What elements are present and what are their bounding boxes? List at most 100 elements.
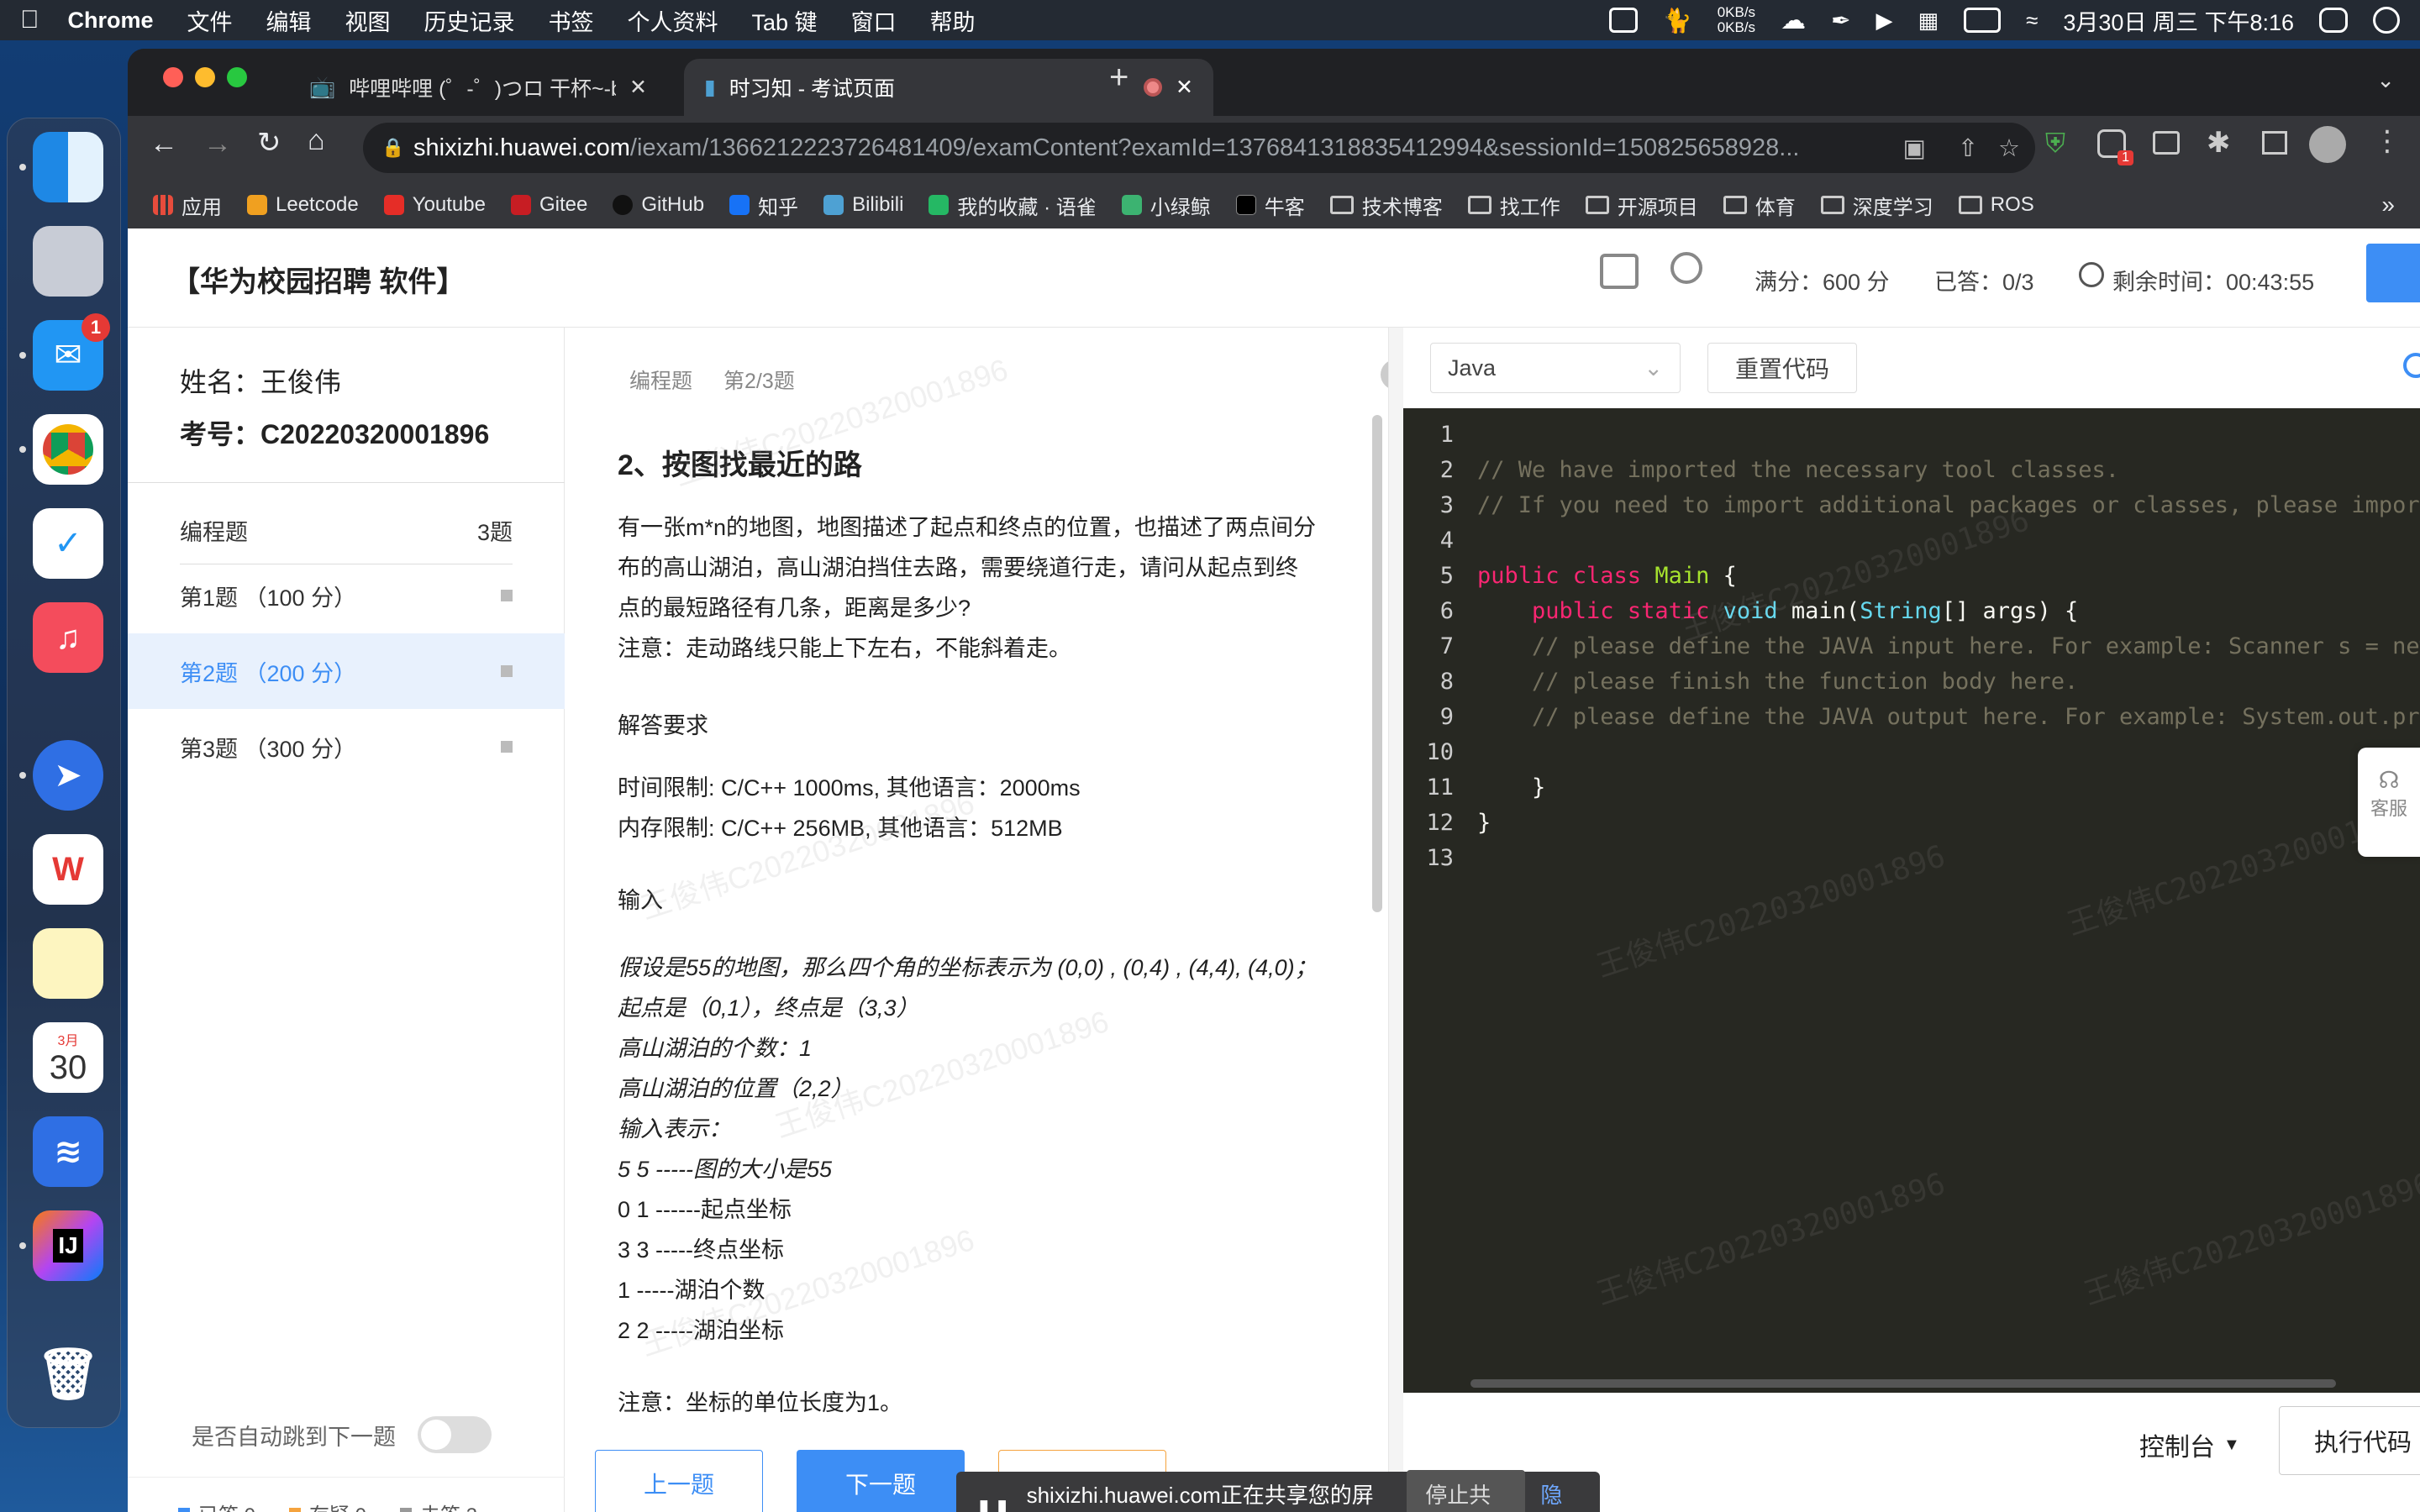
next-question-button[interactable]: 下一题 bbox=[797, 1450, 965, 1512]
bookmark-bilibili[interactable]: Bilibili bbox=[823, 193, 903, 217]
reset-code-button[interactable]: 重置代码 bbox=[1707, 343, 1857, 393]
menu-edit[interactable]: 编辑 bbox=[266, 4, 312, 37]
control-center-icon[interactable] bbox=[2319, 8, 2348, 33]
code-area[interactable]: 1 2 3 4 5 6 7 8 9 10 11 12 13 // We have… bbox=[1403, 408, 2420, 1393]
puzzle-icon[interactable]: ✱ bbox=[2207, 126, 2231, 160]
bookmark-github[interactable]: GitHub bbox=[613, 193, 704, 217]
prev-question-button[interactable]: 上一题 bbox=[595, 1450, 763, 1512]
problem-scrollbar[interactable] bbox=[1372, 415, 1382, 912]
maximize-window-button[interactable] bbox=[227, 67, 247, 87]
wps-icon[interactable] bbox=[1608, 8, 1638, 33]
tab-search-icon[interactable]: ⌄ bbox=[2376, 67, 2395, 93]
bookmark-gitee[interactable]: Gitee bbox=[510, 193, 587, 217]
reload-icon[interactable]: ↻ bbox=[257, 126, 281, 160]
close-tab-icon[interactable]: ✕ bbox=[629, 75, 647, 100]
monitor-icon[interactable] bbox=[1600, 254, 1639, 289]
lark-icon[interactable]: ≋ bbox=[33, 1116, 103, 1187]
bookmark-folder-opensource[interactable]: 开源项目 bbox=[1585, 191, 1698, 220]
network-speed[interactable]: 0KB/s 0KB/s bbox=[1718, 5, 1755, 35]
hide-share-bar-button[interactable]: 隐藏 bbox=[1540, 1478, 1581, 1512]
shield-extension-icon[interactable]: ⛨ bbox=[2045, 128, 2065, 160]
share-icon[interactable]: ⇧ bbox=[1958, 134, 1978, 163]
new-tab-button[interactable]: + bbox=[1109, 59, 1128, 97]
wifi-icon[interactable]: ≈ bbox=[2026, 8, 2038, 34]
bookmark-leetcode[interactable]: Leetcode bbox=[247, 193, 359, 217]
menu-file[interactable]: 文件 bbox=[187, 4, 233, 37]
play-icon[interactable]: ▶ bbox=[1876, 8, 1893, 34]
bookmark-xiaolvjing[interactable]: 小绿鲸 bbox=[1121, 191, 1211, 220]
bookmark-yuque[interactable]: 我的收藏 · 语雀 bbox=[929, 191, 1097, 220]
bookmark-folder-blog[interactable]: 技术博客 bbox=[1329, 191, 1443, 220]
address-bar[interactable]: 🔒 shixizhi.huawei.com /iexam/13662122237… bbox=[363, 123, 2035, 173]
horizontal-scrollbar[interactable] bbox=[1470, 1379, 2336, 1388]
menu-tab[interactable]: Tab 键 bbox=[752, 4, 818, 37]
menu-help[interactable]: 帮助 bbox=[930, 4, 976, 37]
stop-sharing-button[interactable]: 停止共享 bbox=[1407, 1470, 1526, 1512]
menu-view[interactable]: 视图 bbox=[345, 4, 391, 37]
run-code-button[interactable]: 执行代码 bbox=[2279, 1406, 2420, 1475]
bookmark-youtube[interactable]: Youtube bbox=[383, 193, 486, 217]
profile-avatar[interactable] bbox=[2309, 126, 2346, 163]
menu-window[interactable]: 窗口 bbox=[851, 4, 897, 37]
bookmark-zhihu[interactable]: 知乎 bbox=[729, 191, 798, 220]
bookmark-folder-dl[interactable]: 深度学习 bbox=[1820, 191, 1933, 220]
bookmarks-overflow-button[interactable]: » bbox=[2381, 192, 2395, 218]
question-item-2[interactable]: 第2题 （200 分） bbox=[128, 633, 565, 709]
auto-next-toggle[interactable] bbox=[418, 1416, 492, 1453]
mail-icon[interactable]: ✉ 1 bbox=[33, 313, 110, 391]
bookmark-apps[interactable]: 应用 bbox=[153, 191, 222, 220]
bookmark-nowcoder[interactable]: 牛客 bbox=[1235, 191, 1305, 220]
menu-profile[interactable]: 个人资料 bbox=[628, 4, 718, 37]
tab-exam[interactable]: ▮ 时习知 - 考试页面 ✕ bbox=[684, 59, 1213, 116]
pen-icon[interactable]: ✒ bbox=[1831, 7, 1850, 34]
menu-history[interactable]: 历史记录 bbox=[424, 4, 515, 37]
datetime[interactable]: 3月30日 周三 下午8:16 bbox=[2063, 4, 2294, 37]
minimize-window-button[interactable] bbox=[195, 67, 215, 87]
question-item-1[interactable]: 第1题 （100 分） bbox=[128, 558, 565, 633]
ext-icon[interactable]: 1 bbox=[2097, 129, 2133, 165]
calendar-icon[interactable]: 3月 30 bbox=[33, 1022, 103, 1093]
wps-app-icon[interactable]: W bbox=[33, 834, 103, 905]
side-panel-icon[interactable] bbox=[2262, 131, 2287, 155]
close-window-button[interactable] bbox=[163, 67, 183, 87]
intellij-icon[interactable]: IJ bbox=[33, 1210, 103, 1281]
camera-icon[interactable]: ▣ bbox=[1903, 134, 1926, 163]
menu-kebab-icon[interactable]: ⋮ bbox=[2373, 124, 2402, 158]
forward-icon[interactable]: → bbox=[203, 128, 232, 160]
menu-app-name[interactable]: Chrome bbox=[68, 8, 154, 34]
menu-bookmarks[interactable]: 书签 bbox=[549, 4, 594, 37]
bookmark-star-icon[interactable]: ☆ bbox=[1998, 134, 2020, 163]
cast-icon[interactable] bbox=[2153, 131, 2180, 155]
customer-service-widget[interactable]: ☊ 客服 bbox=[2358, 748, 2420, 857]
cloud-icon[interactable]: ☁ bbox=[1781, 6, 1806, 35]
notes-icon[interactable] bbox=[33, 928, 103, 999]
bookmark-folder-jobs[interactable]: 找工作 bbox=[1467, 191, 1560, 220]
panel-resize-handle[interactable] bbox=[1388, 328, 1403, 1512]
language-select[interactable]: Java ⌄ bbox=[1430, 343, 1681, 393]
header-action-button[interactable] bbox=[2366, 244, 2420, 302]
todo-icon[interactable]: ✓ bbox=[33, 508, 103, 579]
feishu-icon[interactable]: ➤ bbox=[33, 740, 103, 811]
bookmark-folder-sports[interactable]: 体育 bbox=[1723, 191, 1796, 220]
trash-icon[interactable]: 🗑 bbox=[33, 1338, 103, 1409]
section-header[interactable]: 编程题 3题 bbox=[180, 514, 513, 564]
apple-icon[interactable]:  bbox=[20, 6, 39, 34]
layout-icon[interactable]: ▦ bbox=[1918, 8, 1939, 34]
cat-icon[interactable]: 🐈 bbox=[1663, 7, 1692, 34]
question-item-3[interactable]: 第3题 （300 分） bbox=[128, 709, 565, 785]
console-toggle[interactable]: 控制台 ▼ bbox=[2139, 1426, 2240, 1463]
back-icon[interactable]: ← bbox=[150, 128, 178, 160]
settings-icon[interactable] bbox=[2403, 353, 2420, 378]
tab-bilibili[interactable]: 📺 哔哩哔哩 (゜-゜)つロ 干杯~-bilibili ✕ bbox=[289, 59, 667, 116]
music-icon[interactable]: ♫ bbox=[33, 602, 103, 673]
camera-status-icon[interactable] bbox=[1670, 252, 1702, 284]
bookmark-folder-ros[interactable]: ROS bbox=[1958, 193, 2034, 217]
battery-icon[interactable] bbox=[1964, 8, 2002, 33]
lock-icon[interactable]: 🔒 bbox=[381, 137, 404, 159]
finder-icon[interactable] bbox=[33, 132, 103, 202]
home-icon[interactable]: ⌂ bbox=[308, 124, 325, 157]
user-icon[interactable] bbox=[2373, 7, 2400, 34]
launchpad-icon[interactable] bbox=[33, 226, 103, 297]
close-tab-icon[interactable]: ✕ bbox=[1176, 75, 1193, 100]
chrome-icon[interactable] bbox=[33, 414, 103, 485]
